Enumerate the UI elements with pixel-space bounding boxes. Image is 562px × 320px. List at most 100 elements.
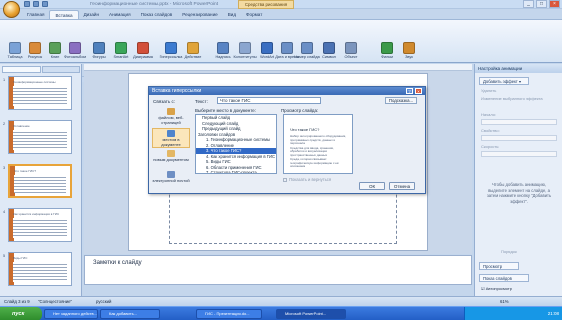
slide-thumbnail[interactable]: Что такое ГИС? bbox=[8, 164, 72, 198]
ribbon-item-16[interactable]: Фильм bbox=[376, 42, 398, 59]
start-select[interactable] bbox=[481, 119, 557, 125]
thumbnail-body bbox=[13, 218, 67, 238]
minimize-button[interactable]: _ bbox=[523, 0, 534, 8]
save-icon[interactable] bbox=[24, 1, 30, 7]
remove-button[interactable]: Удалить bbox=[481, 88, 496, 93]
ribbon-item-2[interactable]: Клип bbox=[44, 42, 66, 59]
slides-pane: 1 Геоинформационные системы 2 Оглавление 3 Чт… bbox=[0, 64, 82, 296]
speed-select[interactable] bbox=[481, 151, 557, 157]
play-button[interactable]: Просмотр bbox=[479, 262, 519, 270]
change-effect-label: Изменение выбранного эффекта bbox=[481, 96, 543, 101]
ribbon-item-17[interactable]: Звук bbox=[398, 42, 420, 59]
tab-slides[interactable] bbox=[2, 66, 41, 73]
ribbon-item-5[interactable]: SmartArt bbox=[110, 42, 132, 59]
ribbon-item-1[interactable]: Рисунок bbox=[24, 42, 46, 59]
maximize-button[interactable]: □ bbox=[536, 0, 547, 8]
tab-6[interactable]: Вид bbox=[223, 10, 241, 19]
ribbon-item-7[interactable]: Гиперссылка bbox=[160, 42, 182, 59]
tab-outline[interactable] bbox=[41, 66, 80, 73]
select-place-label: Выберите место в документе: bbox=[195, 108, 256, 113]
ribbon-item-icon bbox=[69, 42, 81, 54]
slide-number: 5 bbox=[2, 254, 6, 258]
link-target[interactable]: новым документом bbox=[152, 149, 190, 169]
close-button[interactable]: × bbox=[549, 0, 560, 8]
animation-pane-title: Настройка анимации bbox=[475, 64, 562, 73]
link-target[interactable]: файлом, веб-страницей bbox=[152, 107, 190, 127]
tab-0[interactable]: Главная bbox=[22, 10, 49, 19]
tab-3[interactable]: Анимация bbox=[104, 10, 136, 19]
link-target-icon bbox=[167, 171, 175, 178]
property-select[interactable] bbox=[481, 135, 557, 141]
ribbon-item-15[interactable]: Объект bbox=[340, 42, 362, 59]
notes-pane[interactable]: Заметки к слайду bbox=[84, 255, 472, 285]
status-theme: "Солнцестояние" bbox=[38, 299, 73, 304]
undo-icon[interactable] bbox=[33, 1, 39, 7]
tree-node[interactable]: 1. Геоинформационные системы bbox=[196, 137, 276, 143]
reorder-label[interactable]: Порядок bbox=[501, 249, 517, 254]
taskbar-item[interactable]: Microsoft PowerPoint... bbox=[276, 309, 346, 319]
display-text-input[interactable]: Что такое ГИС bbox=[217, 97, 321, 104]
link-target[interactable]: электронной почтой bbox=[152, 170, 190, 190]
add-effect-button[interactable]: Добавить эффект ▾ bbox=[479, 77, 529, 85]
link-target-label: электронной почтой bbox=[152, 178, 190, 183]
tab-1[interactable]: Вставка bbox=[49, 10, 79, 19]
slide-thumbnail[interactable]: Геоинформационные системы bbox=[8, 76, 72, 110]
taskbar-item[interactable]: ГИС - Презентация.do... bbox=[196, 309, 262, 319]
status-zoom[interactable]: 61% bbox=[500, 297, 509, 306]
context-tab-drawing-tools[interactable]: Средства рисования bbox=[238, 0, 294, 9]
dialog-title: Вставка гиперссылки bbox=[149, 87, 425, 95]
slide-thumbnail[interactable]: Как хранится информация в ГИС bbox=[8, 208, 72, 242]
taskbar-item[interactable]: Нет заданного действ... bbox=[44, 309, 98, 319]
slide-thumbnail[interactable]: Виды ГИС bbox=[8, 252, 72, 286]
thumbnail-title: Что такое ГИС? bbox=[14, 169, 36, 173]
tab-4[interactable]: Показ слайдов bbox=[136, 10, 178, 19]
ribbon-item-4[interactable]: Фигуры bbox=[88, 42, 110, 59]
ribbon-item-label: Фильм bbox=[381, 55, 393, 59]
tree-node[interactable]: 7. Структура ГИС-проекта bbox=[196, 170, 276, 173]
tab-7[interactable]: Формат bbox=[241, 10, 267, 19]
slideshow-button[interactable]: Показ слайдов bbox=[479, 274, 529, 282]
slide-thumbnail[interactable]: Оглавление bbox=[8, 120, 72, 154]
thumbnail-title: Оглавление bbox=[13, 124, 30, 128]
status-slide: Слайд 3 из 9 bbox=[4, 299, 30, 304]
ribbon-item-label: Звук bbox=[405, 55, 413, 59]
ribbon-item-0[interactable]: Таблица bbox=[4, 42, 26, 59]
ribbon-item-13[interactable]: Номер слайда bbox=[294, 42, 320, 59]
ribbon-item-9[interactable]: Надпись bbox=[212, 42, 234, 59]
start-button[interactable]: пуск bbox=[0, 307, 42, 320]
insert-hyperlink-dialog: Вставка гиперссылки ? × Связать с: Текст… bbox=[148, 86, 426, 194]
link-target[interactable]: местом в документе bbox=[152, 128, 190, 148]
window-title: Геоинформационные системы.pptx - Microso… bbox=[90, 2, 219, 7]
help-button[interactable]: ? bbox=[406, 88, 413, 94]
ribbon-item-14[interactable]: Символ bbox=[318, 42, 340, 59]
ribbon-item-label: Фигуры bbox=[92, 55, 106, 59]
redo-icon[interactable] bbox=[42, 1, 48, 7]
preview-label: Просмотр слайда: bbox=[281, 108, 319, 113]
ribbon-item-10[interactable]: Колонтитулы bbox=[233, 42, 257, 59]
show-and-return-checkbox[interactable]: Показать и вернуться bbox=[283, 177, 331, 182]
ok-button[interactable]: ОК bbox=[359, 182, 385, 190]
screentip-button[interactable]: Подсказка... bbox=[385, 97, 417, 104]
taskbar: пуск 21:08 Нет заданного действ... Как до… bbox=[0, 306, 562, 320]
ribbon-item-3[interactable]: Фотоальбом bbox=[64, 42, 86, 59]
tab-2[interactable]: Дизайн bbox=[79, 10, 104, 19]
ribbon-item-6[interactable]: Диаграмма bbox=[132, 42, 154, 59]
thumbnail-body bbox=[13, 130, 67, 150]
link-target-label: файлом, веб-страницей bbox=[158, 115, 184, 125]
taskbar-item[interactable]: Как добавить... bbox=[100, 309, 160, 319]
ribbon-item-label: Фотоальбом bbox=[64, 55, 86, 59]
cancel-button[interactable]: Отмена bbox=[389, 182, 415, 190]
document-place-tree[interactable]: Первый слайд Следующий слайд Предыдущий сл… bbox=[195, 114, 277, 174]
ribbon-item-icon bbox=[29, 42, 41, 54]
ribbon-item-8[interactable]: Действие bbox=[182, 42, 204, 59]
dialog-close-button[interactable]: × bbox=[415, 88, 422, 94]
office-button[interactable] bbox=[3, 1, 20, 18]
autopreview-checkbox[interactable]: ☑ Автопросмотр bbox=[481, 286, 512, 291]
tab-5[interactable]: Рецензирование bbox=[177, 10, 222, 19]
ribbon-tabs: Главная Вставка Дизайн Анимация Показ слайдо… bbox=[22, 10, 267, 19]
checkbox-icon bbox=[283, 177, 287, 182]
ribbon-item-label: Диаграмма bbox=[133, 55, 153, 59]
ribbon-item-icon bbox=[261, 42, 273, 54]
thumbnail-body bbox=[13, 262, 67, 282]
slide-number: 3 bbox=[2, 166, 6, 170]
